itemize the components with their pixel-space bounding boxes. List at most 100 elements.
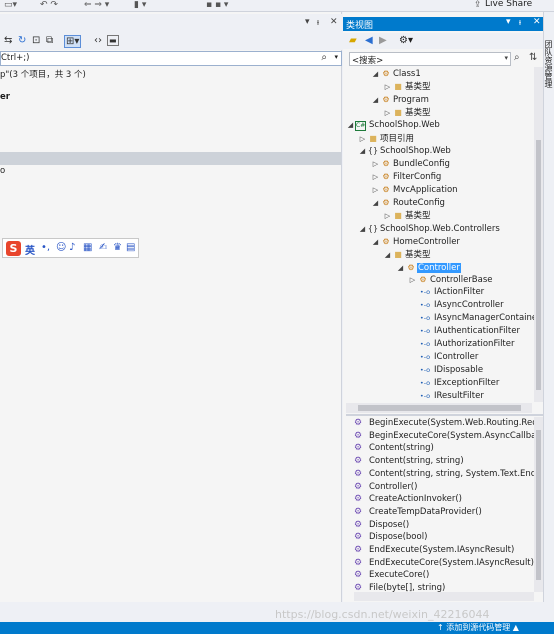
tree-node[interactable]: ◢ ■ 基类型 bbox=[383, 248, 432, 261]
member-item[interactable]: ⚙ CreateTempDataProvider() bbox=[354, 506, 482, 519]
tree-node[interactable]: •-o IAsyncManagerContainer bbox=[408, 312, 534, 325]
pin-icon[interactable]: ᵼ bbox=[317, 17, 319, 28]
pane-menu-icon[interactable]: ▾ bbox=[305, 17, 310, 27]
search-icon[interactable]: ⌕ bbox=[321, 52, 327, 63]
close-icon[interactable]: ✕ bbox=[533, 17, 541, 27]
expanded-arrow-icon[interactable]: ◢ bbox=[383, 249, 392, 262]
pin-icon[interactable]: ᵼ bbox=[519, 17, 521, 28]
expanded-arrow-icon[interactable]: ◢ bbox=[358, 223, 367, 236]
member-item[interactable]: ⚙ Controller() bbox=[354, 481, 417, 494]
tree-node[interactable]: •-o IExceptionFilter bbox=[408, 377, 500, 390]
member-item[interactable]: ⚙ BeginExecuteCore(System.AsyncCallback, … bbox=[354, 430, 534, 443]
tree-node[interactable]: ▷ ■ 基类型 bbox=[383, 209, 432, 222]
tree-node[interactable]: ◢ C# SchoolShop.Web bbox=[346, 119, 441, 132]
forward-icon[interactable]: ▶ bbox=[379, 35, 387, 46]
tree-node[interactable]: •-o IAuthorizationFilter bbox=[408, 338, 516, 351]
tree-hscroll-thumb[interactable] bbox=[358, 405, 521, 411]
misc-icon[interactable]: ▪ ▪ ▾ bbox=[206, 0, 228, 10]
member-item[interactable]: ⚙ Dispose(bool) bbox=[354, 531, 427, 544]
members-horizontal-scrollbar[interactable] bbox=[354, 592, 534, 601]
collapse-all-icon[interactable]: ⊡ bbox=[32, 35, 40, 46]
search-options-icon[interactable]: ⇅ bbox=[529, 52, 537, 63]
show-all-files-icon[interactable]: ⧉ bbox=[46, 35, 53, 46]
member-item[interactable]: ⚙ BeginExecute(System.Web.Routing.Request bbox=[354, 417, 534, 430]
sync-icon[interactable]: ⇆ bbox=[4, 35, 12, 46]
tree-node[interactable]: ◢{} SchoolShop.Web bbox=[358, 144, 452, 157]
code-view-icon[interactable]: ‹› bbox=[94, 35, 102, 46]
live-share-icon[interactable]: ⇪ bbox=[474, 0, 482, 10]
member-item[interactable]: ⚙ CreateActionInvoker() bbox=[354, 493, 462, 506]
pane-menu-icon[interactable]: ▾ bbox=[506, 17, 511, 27]
ime-language-toggle[interactable]: 英 bbox=[25, 242, 35, 257]
tree-node[interactable]: ▷ ⚙ BundleConfig bbox=[371, 157, 451, 170]
navigate-icon[interactable]: ⇐ ⇒ ▾ bbox=[84, 0, 109, 10]
expanded-arrow-icon[interactable]: ◢ bbox=[346, 119, 355, 132]
solution-item[interactable]: o bbox=[0, 166, 5, 176]
tree-node[interactable]: •-o IActionFilter bbox=[408, 286, 485, 299]
close-icon[interactable]: ✕ bbox=[330, 17, 338, 27]
live-share-button[interactable]: Live Share bbox=[485, 0, 532, 9]
solution-summary[interactable]: p"(3 个项目，共 3 个) bbox=[0, 68, 86, 80]
tree-node[interactable]: ◢ ⚙ Program bbox=[371, 93, 430, 106]
member-item[interactable]: ⚙ Content(string, string) bbox=[354, 455, 464, 468]
toolbar-icon[interactable]: ▭▾ bbox=[4, 0, 17, 10]
member-item[interactable]: ⚙ File(byte[], string) bbox=[354, 582, 445, 592]
tree-node[interactable]: ▷ ⚙ ControllerBase bbox=[408, 273, 494, 286]
handwriting-icon[interactable]: ✍ bbox=[99, 242, 107, 253]
emoji-icon[interactable]: ☺ bbox=[56, 242, 66, 253]
tree-node[interactable]: ◢ ⚙ RouteConfig bbox=[371, 196, 446, 209]
tree-node[interactable]: •-o IResultFilter bbox=[408, 390, 485, 403]
chevron-down-icon[interactable]: ▾ bbox=[334, 53, 338, 61]
new-folder-icon[interactable]: ▰ bbox=[349, 35, 357, 46]
expanded-arrow-icon[interactable]: ◢ bbox=[371, 236, 380, 249]
class-view-search-input[interactable]: <搜索> ▾ bbox=[349, 52, 511, 66]
tree-node[interactable]: ▷ ⚙ FilterConfig bbox=[371, 170, 442, 183]
tree-node[interactable]: ◢{} SchoolShop.Web.Controllers bbox=[358, 222, 501, 235]
add-to-source-control[interactable]: ↑ 添加到源代码管理 ▲ bbox=[437, 622, 519, 633]
ime-toolbar[interactable]: S 英 •, ☺ ♪ ▦ ✍ ♛ ▤ bbox=[2, 238, 139, 258]
search-icon[interactable]: ⌕ bbox=[514, 52, 520, 63]
sogou-logo-icon[interactable]: S bbox=[6, 241, 21, 256]
tree-node[interactable]: ◢ ⚙ Class1 bbox=[371, 67, 422, 80]
microphone-icon[interactable]: ♪ bbox=[69, 242, 75, 253]
skin-icon[interactable]: ♛ bbox=[113, 242, 122, 253]
member-item[interactable]: ⚙ ExecuteCore() bbox=[354, 569, 429, 582]
member-item[interactable]: ⚙ EndExecuteCore(System.IAsyncResult) bbox=[354, 557, 534, 570]
expanded-arrow-icon[interactable]: ◢ bbox=[371, 94, 380, 107]
solution-search-input[interactable]: Ctrl+;) ⌕ ▾ bbox=[0, 51, 342, 66]
toolbox-icon[interactable]: ▤ bbox=[126, 242, 135, 253]
expanded-arrow-icon[interactable]: ◢ bbox=[396, 262, 405, 275]
selected-row[interactable] bbox=[0, 152, 341, 165]
tree-node[interactable]: ▷ ■ 基类型 bbox=[383, 80, 432, 93]
expanded-arrow-icon[interactable]: ◢ bbox=[371, 68, 380, 81]
tree-node[interactable]: ▷ ■ 基类型 bbox=[383, 106, 432, 119]
solution-item-bold[interactable]: er bbox=[0, 92, 10, 102]
member-item[interactable]: ⚙ Content(string) bbox=[354, 442, 434, 455]
tree-node[interactable]: ◢ ⚙ HomeController bbox=[371, 235, 461, 248]
punctuation-icon[interactable]: •, bbox=[41, 242, 50, 253]
tree-node[interactable]: ▷ ⚙ MvcApplication bbox=[371, 183, 459, 196]
tree-node[interactable]: •-o IDisposable bbox=[408, 364, 484, 377]
expanded-arrow-icon[interactable]: ◢ bbox=[371, 197, 380, 210]
tree-node[interactable]: ◢ ⚙ Controller bbox=[396, 261, 461, 274]
expanded-arrow-icon[interactable]: ◢ bbox=[358, 145, 367, 158]
tree-node[interactable]: •-o IAsyncController bbox=[408, 299, 505, 312]
member-item[interactable]: ⚙ EndExecute(System.IAsyncResult) bbox=[354, 544, 514, 557]
tree-node[interactable]: ▷ ■ 项目引用 bbox=[358, 132, 415, 145]
keyboard-icon[interactable]: ▦ bbox=[83, 242, 92, 253]
pane-splitter[interactable] bbox=[346, 414, 543, 416]
member-item[interactable]: ⚙ Dispose() bbox=[354, 519, 409, 532]
back-icon[interactable]: ◀ bbox=[365, 35, 373, 46]
refresh-icon[interactable]: ↻ bbox=[18, 35, 26, 46]
preview-icon[interactable]: ▬ bbox=[107, 35, 119, 46]
tree-scroll-thumb[interactable] bbox=[536, 140, 541, 390]
tree-node[interactable]: •-o IController bbox=[408, 351, 479, 364]
tree-node[interactable]: •-o IAuthenticationFilter bbox=[408, 325, 521, 338]
undo-icon[interactable]: ↶ ↷ bbox=[40, 0, 58, 10]
settings-icon[interactable]: ⚙▾ bbox=[399, 35, 413, 46]
chevron-down-icon[interactable]: ▾ bbox=[504, 54, 508, 62]
member-item[interactable]: ⚙ Content(string, string, System.Text.Enc… bbox=[354, 468, 534, 481]
members-scroll-thumb[interactable] bbox=[536, 430, 541, 580]
properties-icon[interactable]: ⊞▾ bbox=[64, 35, 82, 48]
team-explorer-tab[interactable]: 团队资源管理 bbox=[543, 12, 554, 602]
